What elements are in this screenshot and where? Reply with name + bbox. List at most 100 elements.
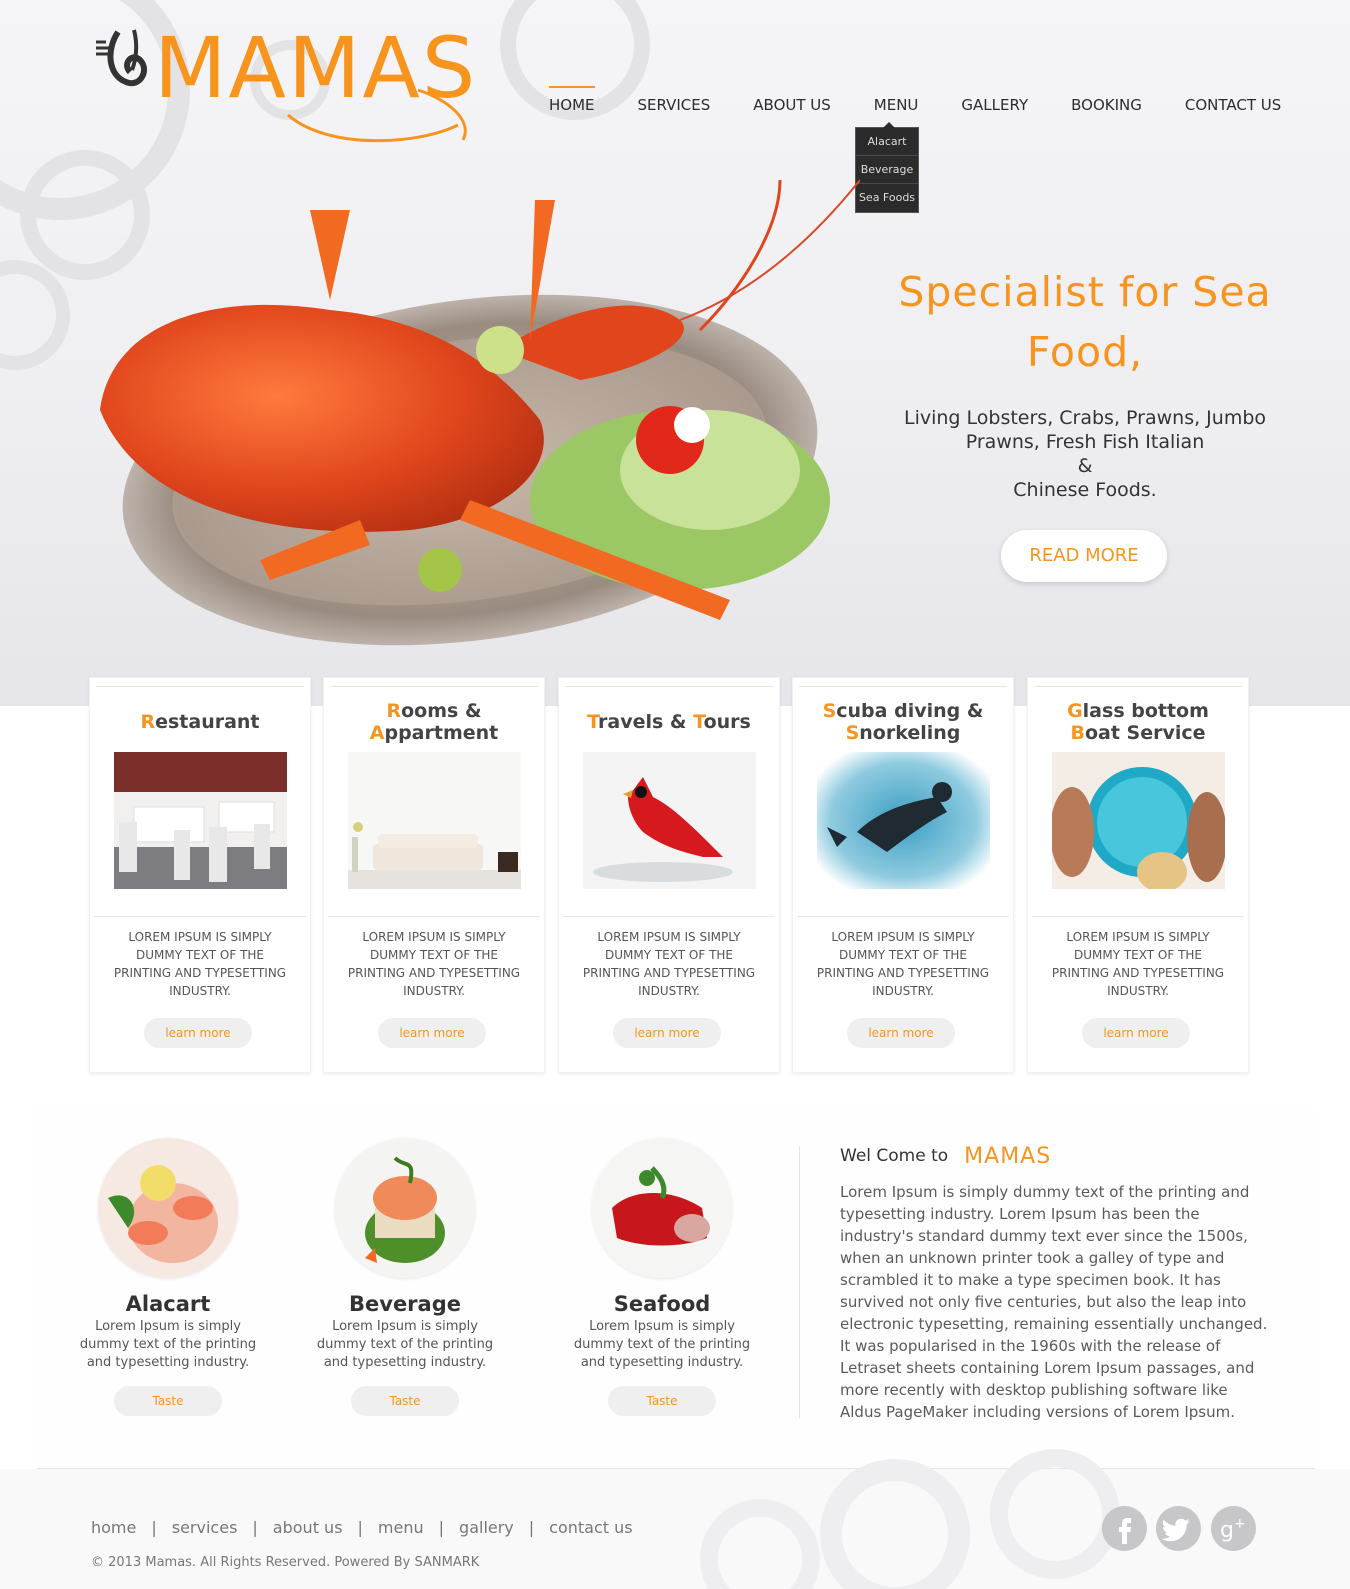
learn-more-button[interactable]: learn more: [1082, 1018, 1190, 1048]
welcome-body: Lorem Ipsum is simply dummy text of the …: [840, 1183, 1268, 1421]
hero-subtitle-line: Prawns, Fresh Fish Italian: [965, 431, 1205, 453]
footer-link-gallery[interactable]: gallery: [459, 1518, 514, 1537]
learn-more-button[interactable]: learn more: [613, 1018, 721, 1048]
title-rest: ravels &: [598, 711, 694, 733]
svg-text:+: +: [1234, 1516, 1246, 1532]
footer-link-menu[interactable]: menu: [378, 1518, 424, 1537]
title-rest: ppartment: [384, 722, 499, 744]
footer-link-contact-us[interactable]: contact us: [549, 1518, 632, 1537]
brand-logo[interactable]: MAMAS: [88, 20, 488, 145]
hero-title: Specialist for Sea Food,: [898, 268, 1272, 376]
footer-link-about-us[interactable]: about us: [273, 1518, 343, 1537]
footer-separator: |: [438, 1518, 445, 1537]
dish-description: Lorem Ipsum is simply dummy text of the …: [79, 1319, 257, 1370]
footer-link-home[interactable]: home: [91, 1518, 136, 1537]
dish-name: Seafood: [613, 1292, 711, 1316]
learn-more-button[interactable]: learn more: [847, 1018, 955, 1048]
dropdown-item-alacart[interactable]: Alacart: [856, 128, 918, 156]
title-rest: ooms &: [401, 700, 482, 722]
title-initial: G: [1067, 700, 1083, 722]
sofa-photo: [348, 752, 521, 889]
hero-subtitle-line: &: [1077, 455, 1093, 477]
page: MAMAS HOME SERVICES ABOUT US MENU GALLER…: [0, 0, 1350, 1589]
title-initial: B: [1070, 722, 1085, 744]
divider: [797, 916, 1009, 917]
diver-photo: [817, 752, 990, 889]
nav-about-us[interactable]: ABOUT US: [753, 86, 831, 126]
hero-subtitle-line: Chinese Foods.: [1013, 479, 1157, 501]
title-initial: T: [693, 711, 704, 733]
decorative-swirl: [820, 1459, 970, 1589]
card-title[interactable]: Scuba diving & Snorkeling: [793, 692, 1013, 752]
card-description: LOREM IPSUM IS SIMPLY DUMMY TEXT OF THE …: [816, 930, 990, 998]
learn-more-button[interactable]: learn more: [144, 1018, 252, 1048]
nav-gallery[interactable]: GALLERY: [961, 86, 1028, 126]
dropdown-item-beverage[interactable]: Beverage: [856, 156, 918, 184]
card-description: LOREM IPSUM IS SIMPLY DUMMY TEXT OF THE …: [113, 930, 287, 998]
facebook-icon[interactable]: [1102, 1506, 1147, 1551]
title-initial: S: [845, 722, 860, 744]
footer-nav: home | services | about us | menu | gall…: [91, 1518, 633, 1537]
card-title[interactable]: Glass bottom Boat Service: [1028, 692, 1248, 752]
restaurant-photo: [114, 752, 287, 889]
hero-subtitle: Living Lobsters, Crabs, Prawns, Jumbo Pr…: [880, 406, 1290, 502]
divider: [94, 916, 306, 917]
title-rest: estaurant: [155, 711, 260, 733]
main-nav: HOME SERVICES ABOUT US MENU GALLERY BOOK…: [549, 86, 1281, 126]
footer-separator: |: [528, 1518, 535, 1537]
card-description: LOREM IPSUM IS SIMPLY DUMMY TEXT OF THE …: [582, 930, 756, 998]
dropdown-item-sea-foods[interactable]: Sea Foods: [856, 184, 918, 212]
taste-button[interactable]: Taste: [351, 1386, 459, 1416]
service-cards: Restaurant LOREM IPSUM IS SIMPLY DUMMY T: [89, 677, 1261, 1073]
shrimp-cocktail-photo[interactable]: [98, 1138, 238, 1278]
title-rest: ours: [703, 711, 751, 733]
learn-more-button[interactable]: learn more: [378, 1018, 486, 1048]
divider: [330, 686, 538, 687]
title-rest: cuba diving &: [836, 700, 984, 722]
google-plus-icon[interactable]: g +: [1211, 1506, 1256, 1551]
taste-button[interactable]: Taste: [608, 1386, 716, 1416]
logo-wordmark: MAMAS: [154, 19, 478, 117]
card-title[interactable]: Rooms & Appartment: [324, 692, 544, 752]
taste-button[interactable]: Taste: [114, 1386, 222, 1416]
card-description: LOREM IPSUM IS SIMPLY DUMMY TEXT OF THE …: [347, 930, 521, 998]
welcome-label: Wel Come to: [840, 1146, 949, 1166]
divider: [1034, 686, 1242, 687]
copyright-text: © 2013 Mamas. All Rights Reserved. Power…: [91, 1555, 480, 1570]
menu-dropdown: Alacart Beverage Sea Foods: [855, 122, 919, 213]
card-title[interactable]: Travels & Tours: [559, 692, 779, 752]
lobster-plate-image: [100, 179, 860, 646]
nav-services[interactable]: SERVICES: [638, 86, 711, 126]
nav-menu[interactable]: MENU: [874, 86, 919, 126]
dish-description: Lorem Ipsum is simply dummy text of the …: [573, 1319, 751, 1370]
dish-description: Lorem Ipsum is simply dummy text of the …: [316, 1319, 494, 1370]
stuffed-pepper-photo[interactable]: [592, 1138, 732, 1278]
dish-name: Beverage: [349, 1292, 461, 1316]
divider: [799, 686, 1007, 687]
title-initial: A: [369, 722, 385, 744]
nav-home[interactable]: HOME: [549, 86, 595, 126]
read-more-button[interactable]: READ MORE: [1001, 530, 1167, 582]
svg-text:g: g: [1220, 1518, 1234, 1543]
title-initial: R: [386, 700, 402, 722]
title-rest: lass bottom: [1082, 700, 1209, 722]
service-card-scuba: Scuba diving & Snorkeling LOREM IPSUM IS…: [792, 677, 1014, 1073]
decorative-swirl: [0, 260, 70, 370]
title-initial: S: [822, 700, 837, 722]
welcome-logo: MAMAS: [964, 1143, 1052, 1169]
decorative-swirl: [700, 1499, 820, 1589]
service-card-rooms: Rooms & Appartment LOREM IPSUM IS SIMPLY…: [323, 677, 545, 1073]
service-card-glass-boat: Glass bottom Boat Service LOREM IPSUM IS…: [1027, 677, 1249, 1073]
nav-booking[interactable]: BOOKING: [1071, 86, 1142, 126]
service-card-restaurant: Restaurant LOREM IPSUM IS SIMPLY DUMMY T: [89, 677, 311, 1073]
twitter-icon[interactable]: [1156, 1506, 1201, 1551]
card-description: LOREM IPSUM IS SIMPLY DUMMY TEXT OF THE …: [1051, 930, 1225, 998]
dish-beverage: Beverage Lorem Ipsum is simply dummy tex…: [315, 1138, 495, 1416]
dish-name: Alacart: [125, 1292, 211, 1316]
nav-contact-us[interactable]: CONTACT US: [1185, 86, 1281, 126]
salmon-tower-photo[interactable]: [335, 1138, 475, 1278]
divider: [1032, 916, 1244, 917]
title-rest: oat Service: [1084, 722, 1206, 744]
footer-link-services[interactable]: services: [172, 1518, 238, 1537]
card-title[interactable]: Restaurant: [90, 692, 310, 752]
